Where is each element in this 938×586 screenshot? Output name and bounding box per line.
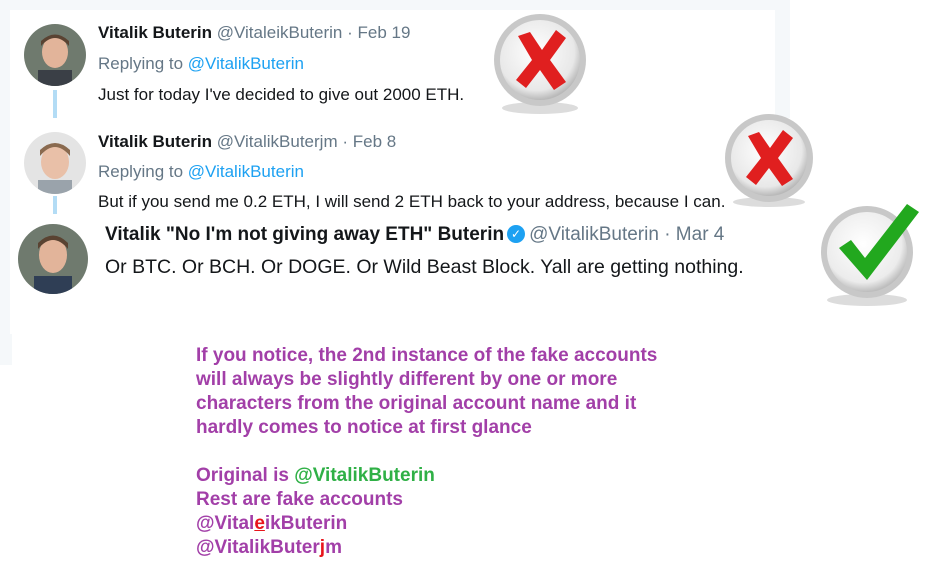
red-x-icon xyxy=(720,108,818,208)
rest-line: Rest are fake accounts xyxy=(196,489,403,510)
note-line: will always be slightly different by one… xyxy=(196,369,618,390)
note-line: characters from the original account nam… xyxy=(196,393,637,414)
highlight-char: e xyxy=(254,513,265,534)
separator-dot: · xyxy=(342,132,349,151)
replying-to-link[interactable]: @VitalikButerin xyxy=(188,162,304,181)
tweet-fake-2[interactable]: Vitalik Buterin @VitalikButerjm · Feb 8 … xyxy=(10,118,790,216)
verified-badge-icon: ✓ xyxy=(507,225,526,243)
fake-handle-suffix: m xyxy=(325,537,342,558)
fake-handle-prefix: @Vital xyxy=(196,513,255,534)
tweet-header: Vitalik Buterin @VitalikButerjm · Feb 8 xyxy=(98,132,396,152)
replying-prefix: Replying to xyxy=(98,162,184,181)
original-line: Original is @VitalikButerin xyxy=(196,464,657,488)
tweet-date[interactable]: Feb 8 xyxy=(353,132,396,151)
fake-handle-prefix: @VitalikButer xyxy=(196,537,320,558)
tweet-text: But if you send me 0.2 ETH, I will send … xyxy=(98,192,726,211)
username-handle[interactable]: @VitalikButerin xyxy=(529,224,659,245)
replying-to: Replying to @VitalikButerin xyxy=(98,54,304,74)
thread-connector xyxy=(53,196,57,216)
tweet-date[interactable]: Feb 19 xyxy=(358,23,411,42)
username-handle[interactable]: @VitalikButerjm xyxy=(217,132,338,151)
avatar[interactable] xyxy=(24,132,86,194)
tweet-text: Or BTC. Or BCH. Or DOGE. Or Wild Beast B… xyxy=(105,256,744,278)
tweet-date[interactable]: Mar 4 xyxy=(676,224,725,245)
explanation-note: If you notice, the 2nd instance of the f… xyxy=(196,344,657,560)
replying-prefix: Replying to xyxy=(98,54,184,73)
display-name[interactable]: Vitalik "No I'm not giving away ETH" But… xyxy=(105,224,504,245)
note-line: hardly comes to notice at first glance xyxy=(196,417,532,438)
thread-connector xyxy=(53,90,57,118)
display-name[interactable]: Vitalik Buterin xyxy=(98,132,212,151)
original-prefix: Original is xyxy=(196,465,295,486)
tweet-original[interactable]: Vitalik "No I'm not giving away ETH" But… xyxy=(10,214,815,334)
username-handle[interactable]: @VitaleikButerin xyxy=(217,23,343,42)
red-x-icon xyxy=(490,8,590,116)
separator-dot: · xyxy=(347,23,353,42)
display-name[interactable]: Vitalik Buterin xyxy=(98,23,212,42)
tweet-header: Vitalik "No I'm not giving away ETH" But… xyxy=(105,224,724,246)
avatar[interactable] xyxy=(24,24,86,86)
fake-handle-2: @VitalikButerjm xyxy=(196,536,657,560)
note-line: If you notice, the 2nd instance of the f… xyxy=(196,345,658,366)
tweet-text: Just for today I've decided to give out … xyxy=(98,85,465,104)
green-check-icon xyxy=(815,196,925,308)
replying-to-link[interactable]: @VitalikButerin xyxy=(188,54,304,73)
avatar[interactable] xyxy=(18,224,88,294)
tweet-fake-1[interactable]: Vitalik Buterin @VitaleikButerin · Feb 1… xyxy=(10,10,775,120)
fake-handle-suffix: ikButerin xyxy=(264,513,348,534)
fake-handle-1: @VitaleikButerin xyxy=(196,512,657,536)
original-handle: @VitalikButerin xyxy=(294,465,435,486)
separator-dot: · xyxy=(664,224,671,245)
replying-to: Replying to @VitalikButerin xyxy=(98,162,304,182)
tweet-header: Vitalik Buterin @VitaleikButerin · Feb 1… xyxy=(98,23,410,43)
